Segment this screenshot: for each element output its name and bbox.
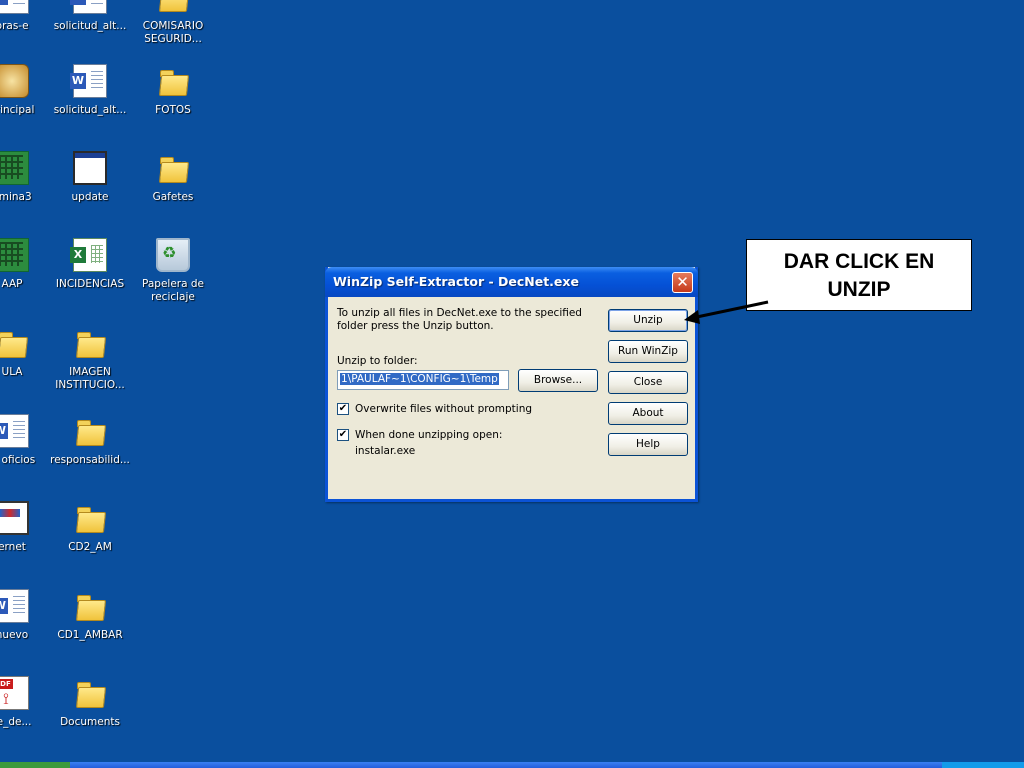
open-file-name: instalar.exe [355, 445, 416, 457]
desktop-icon-label: nuevo [0, 629, 29, 641]
system-tray [942, 762, 1024, 768]
desktop-icon-fotos[interactable]: FOTOS [131, 64, 215, 117]
close-button[interactable]: Close [608, 371, 688, 394]
folder-icon [156, 64, 190, 98]
unzip-button[interactable]: Unzip [608, 309, 688, 332]
callout-line-2: UNZIP [827, 278, 891, 301]
callout-arrow [684, 300, 769, 324]
desktop-icon-responsabilid[interactable]: responsabilid... [48, 414, 132, 467]
callout-line-1: DAR CLICK EN [783, 250, 935, 273]
desktop-icon-label: update [71, 191, 109, 203]
desktop-icon-cd1-ambar[interactable]: CD1_AMBAR [48, 589, 132, 642]
desktop-icon-label: FOTOS [155, 104, 191, 116]
desktop: pras-e Principal omina3 AAP ULA le ofici… [0, 0, 1024, 768]
desktop-icon-gafetes[interactable]: Gafetes [131, 151, 215, 204]
desktop-icon-label: INCIDENCIAS [55, 278, 125, 290]
instructions-text: To unzip all files in DecNet.exe to the … [337, 307, 582, 332]
open-when-done-option[interactable]: ✔ When done unzipping open: [337, 428, 597, 444]
folder-icon [73, 676, 107, 710]
open-when-done-label: When done unzipping open: [355, 429, 503, 441]
dialog-titlebar[interactable]: WinZip Self-Extractor - DecNet.exe ✕ [325, 267, 698, 297]
folder-icon [73, 501, 107, 535]
folder-icon [73, 414, 107, 448]
folder-icon [156, 0, 190, 14]
desktop-icon-imagen[interactable]: IMAGEN INSTITUCIO... [48, 326, 132, 392]
desktop-icon-label: ernet [0, 541, 26, 553]
desktop-icon-le-oficios[interactable]: le oficios [0, 414, 54, 467]
folder-icon [0, 326, 29, 360]
desktop-icon-te-de[interactable]: te_de... [0, 676, 54, 729]
desktop-icon-label: CD2_AM [68, 541, 112, 553]
document-icon [0, 0, 29, 14]
internet-icon [0, 501, 29, 535]
close-icon[interactable]: ✕ [672, 272, 693, 293]
desktop-icon-label: Documents [60, 716, 120, 728]
desktop-icon-label: le oficios [0, 454, 36, 466]
instruction-callout: DAR CLICK EN UNZIP [746, 239, 972, 311]
unzip-folder-input[interactable]: 1\PAULAF~1\CONFIG~1\Temp [337, 370, 509, 390]
word-document-icon [70, 64, 107, 98]
desktop-icon-label: responsabilid... [50, 454, 130, 466]
desktop-icon-pras-e[interactable]: pras-e [0, 0, 54, 33]
desktop-icon-label: AAP [1, 278, 23, 290]
desktop-icon-aap[interactable]: AAP [0, 238, 54, 291]
desktop-icon-label: omina3 [0, 191, 32, 203]
open-when-done-checkbox[interactable]: ✔ [337, 429, 349, 441]
desktop-icon-recycle-bin[interactable]: Papelera de reciclaje [131, 238, 215, 304]
winzip-dialog: WinZip Self-Extractor - DecNet.exe ✕ To … [325, 267, 698, 502]
desktop-icon-internet[interactable]: ernet [0, 501, 54, 554]
desktop-icon-principal[interactable]: Principal [0, 64, 54, 117]
start-button[interactable] [0, 762, 70, 768]
browse-button[interactable]: Browse... [518, 369, 598, 392]
desktop-icon-label: CD1_AMBAR [57, 629, 123, 641]
word-document-icon [0, 589, 29, 623]
desktop-icon-comisario[interactable]: COMISARIO SEGURID... [131, 0, 215, 46]
taskbar [0, 762, 1024, 768]
overwrite-option[interactable]: ✔ Overwrite files without prompting [337, 402, 597, 418]
excel-document-icon [70, 238, 107, 272]
folder-input-value: 1\PAULAF~1\CONFIG~1\Temp [340, 373, 499, 385]
folder-icon [73, 326, 107, 360]
window-icon [73, 151, 107, 185]
desktop-icon-label: te_de... [0, 716, 32, 728]
desktop-icon-omina3[interactable]: omina3 [0, 151, 54, 204]
application-icon [0, 151, 29, 185]
desktop-icon-label: Gafetes [152, 191, 194, 203]
desktop-icon-label: Principal [0, 104, 35, 116]
desktop-icon-incidencias[interactable]: INCIDENCIAS [48, 238, 132, 291]
unzip-folder-label: Unzip to folder: [337, 355, 418, 367]
dialog-title: WinZip Self-Extractor - DecNet.exe [333, 274, 579, 289]
help-button[interactable]: Help [608, 433, 688, 456]
word-document-icon [70, 0, 107, 14]
desktop-icon-label: ULA [1, 366, 23, 378]
desktop-icon-label: IMAGEN INSTITUCIO... [55, 366, 125, 391]
run-winzip-button[interactable]: Run WinZip [608, 340, 688, 363]
desktop-icon-solicitud-2[interactable]: solicitud_alt... [48, 64, 132, 117]
application-icon [0, 238, 29, 272]
desktop-icon-label: COMISARIO SEGURID... [142, 20, 204, 45]
desktop-icon-label: pras-e [0, 20, 29, 32]
recycle-bin-icon [156, 238, 190, 272]
overwrite-label: Overwrite files without prompting [355, 403, 533, 415]
word-document-icon [0, 414, 29, 448]
overwrite-checkbox[interactable]: ✔ [337, 403, 349, 415]
desktop-icon-ula[interactable]: ULA [0, 326, 54, 379]
folder-icon [73, 589, 107, 623]
desktop-icon-label: solicitud_alt... [53, 104, 127, 116]
seal-icon [0, 64, 29, 98]
about-button[interactable]: About [608, 402, 688, 425]
desktop-icon-label: solicitud_alt... [53, 20, 127, 32]
desktop-icon-nuevo[interactable]: nuevo [0, 589, 54, 642]
dialog-body: To unzip all files in DecNet.exe to the … [337, 307, 598, 457]
desktop-icon-update[interactable]: update [48, 151, 132, 204]
folder-row: 1\PAULAF~1\CONFIG~1\Temp Browse... [337, 369, 598, 394]
folder-icon [156, 151, 190, 185]
desktop-icon-solicitud-1[interactable]: solicitud_alt... [48, 0, 132, 33]
desktop-icon-cd2-am[interactable]: CD2_AM [48, 501, 132, 554]
pdf-document-icon [0, 676, 29, 710]
desktop-icon-documents[interactable]: Documents [48, 676, 132, 729]
desktop-icon-label: Papelera de reciclaje [141, 278, 204, 303]
